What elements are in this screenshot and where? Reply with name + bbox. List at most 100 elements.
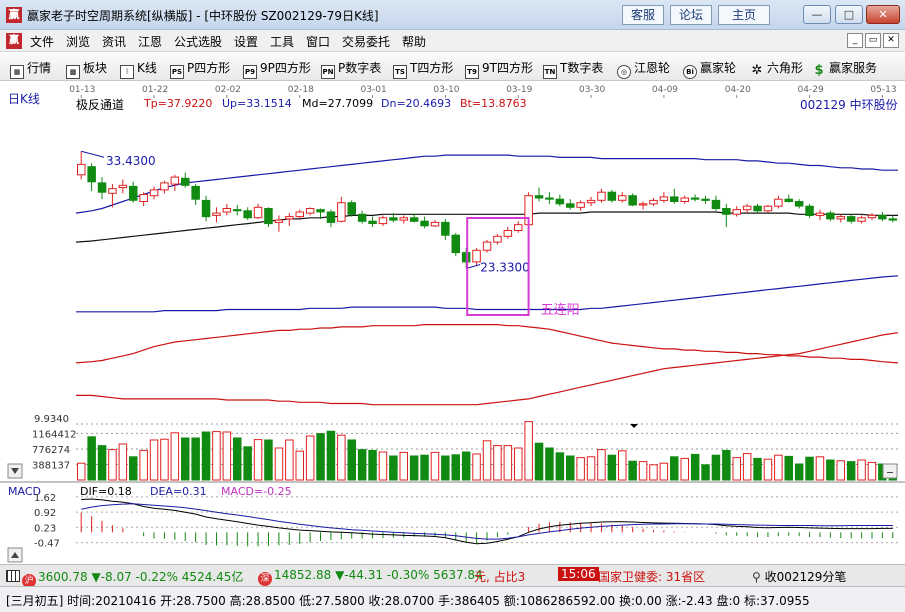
volume-bar	[149, 439, 159, 481]
menu-window[interactable]: 窗口	[306, 33, 330, 50]
volume-bar	[701, 464, 710, 481]
candle-body	[732, 209, 741, 215]
chart-area[interactable]: 日K线 极反通道 Tp=37.9220 Up=33.1514 Md=27.709…	[0, 82, 905, 564]
volume-bar	[794, 463, 804, 481]
macd-label: MACD=-0.25	[221, 485, 292, 498]
mdi-close-icon[interactable]: ✕	[883, 33, 899, 48]
channel-middle-line	[75, 211, 898, 243]
volume-bar	[732, 457, 741, 481]
volume-bar	[597, 449, 606, 481]
menu-settings[interactable]: 设置	[234, 33, 258, 50]
menu-news[interactable]: 资讯	[102, 33, 126, 50]
volume-bar	[378, 451, 388, 481]
candle-body	[503, 230, 513, 237]
volume-bar	[441, 455, 450, 481]
candle-body	[191, 185, 200, 200]
candle-body	[160, 182, 169, 191]
maximize-icon[interactable]: □	[835, 5, 863, 24]
candle-body	[149, 189, 159, 197]
x-tick-label: 01-13	[69, 85, 95, 95]
volume-bar	[295, 450, 304, 481]
volume-bar	[846, 461, 856, 481]
chart-canvas[interactable]: 01-13 01-22 02-02 02-18 03-01 03-10 03-19 03-30…	[0, 82, 905, 564]
minimize-icon[interactable]: —	[803, 5, 831, 24]
volume-bar	[326, 430, 336, 481]
volume-bar	[337, 434, 346, 481]
mdi-minimize-icon[interactable]: _	[847, 33, 863, 48]
candle-body	[586, 199, 596, 204]
tool-9p-square[interactable]: P9 9P四方形	[243, 59, 311, 79]
volume-bar	[389, 455, 398, 481]
tool-quotes[interactable]: ▦ 行情	[10, 59, 51, 79]
candle-body	[472, 249, 481, 263]
p9-icon: P9	[243, 65, 257, 79]
menu-file[interactable]: 文件	[30, 33, 54, 50]
x-tick-label: 03-10	[433, 85, 459, 95]
menu-tools[interactable]: 工具	[270, 33, 294, 50]
low-pointer-line	[466, 264, 481, 269]
volume-bar	[399, 451, 408, 481]
candle-body	[430, 221, 440, 227]
volume-bar	[285, 439, 294, 481]
sh-index[interactable]: 沪 3600.78 ▼-8.07 -0.22% 4524.45亿	[6, 568, 243, 588]
tool-kline[interactable]: ⫶ K线	[120, 59, 157, 79]
candle-body	[878, 214, 887, 220]
candle-body	[253, 206, 263, 219]
mdi-restore-icon[interactable]: ▭	[865, 33, 881, 48]
volume-bar	[430, 451, 440, 481]
volume-axis-label: 776274	[32, 445, 70, 456]
toolbar: ▦ 行情 ▩ 板块 ⫶ K线 PS P四方形 P9 9P四方形 PN P数字表 TS T四方形…	[0, 53, 905, 81]
x-tick-label: 03-30	[579, 85, 605, 95]
menu-grid-icon	[6, 570, 20, 582]
close-icon[interactable]: ✕	[866, 5, 900, 24]
volume-bar	[212, 431, 221, 481]
candle-body	[316, 209, 325, 213]
tool-winner-service[interactable]: $ 赢家服务	[812, 59, 877, 79]
candle-body	[97, 182, 107, 193]
volume-bar	[784, 455, 793, 481]
volume-bar	[482, 440, 492, 481]
candle-body	[295, 211, 304, 218]
home-button[interactable]: 主页	[718, 5, 770, 25]
volume-axis-label: 388137	[32, 460, 70, 471]
tool-hexagon[interactable]: ✲ 六角形	[750, 59, 803, 79]
tool-blocks[interactable]: ▩ 板块	[66, 59, 107, 79]
volume-bar	[170, 432, 180, 481]
volume-bar	[347, 439, 356, 481]
forum-button[interactable]: 论坛	[670, 5, 712, 25]
gann-wheel-icon: ◎	[617, 65, 631, 79]
tool-t-square[interactable]: TS T四方形	[393, 59, 453, 79]
candle-body	[784, 198, 793, 202]
tool-winner-wheel[interactable]: Bi 赢家轮	[683, 59, 736, 79]
candle-body	[670, 196, 679, 203]
tool-p-number-table[interactable]: PN P数字表	[321, 59, 381, 79]
tool-gann-wheel[interactable]: ◎ 江恩轮	[617, 59, 670, 79]
menu-gann[interactable]: 江恩	[138, 33, 162, 50]
x-tick-label: 03-01	[361, 85, 387, 95]
menu-help[interactable]: 帮助	[402, 33, 426, 50]
volume-bar	[524, 421, 533, 481]
candle-body	[638, 203, 648, 206]
volume-bar	[493, 445, 502, 481]
menu-browse[interactable]: 浏览	[66, 33, 90, 50]
antenna-icon: ⚲	[752, 570, 761, 584]
candle-body	[243, 210, 252, 219]
news-ticker[interactable]: 国家卫健委: 31省区	[598, 568, 705, 585]
receive-status: ⚲ 收002129分笔	[752, 570, 847, 584]
menu-formula-select[interactable]: 公式选股	[174, 33, 222, 50]
x-tick-label: 04-20	[725, 85, 751, 95]
volume-bar	[514, 447, 523, 481]
volume-bar	[638, 461, 648, 481]
service-button[interactable]: 客服	[622, 5, 664, 25]
candle-body	[441, 221, 450, 236]
channel-lower-line	[76, 275, 899, 313]
candle-body	[461, 252, 471, 263]
grid-icon: ▦	[10, 65, 24, 79]
menu-trade[interactable]: 交易委托	[342, 33, 390, 50]
tool-p-square[interactable]: PS P四方形	[170, 59, 230, 79]
tool-t-number-table[interactable]: TN T数字表	[543, 59, 603, 79]
app-logo-icon: 赢	[6, 7, 22, 23]
tool-9t-square[interactable]: T9 9T四方形	[465, 59, 533, 79]
sz-index[interactable]: 深 14852.88 ▼-44.31 -0.30% 5637.84	[258, 568, 483, 586]
volume-bar	[857, 459, 866, 481]
